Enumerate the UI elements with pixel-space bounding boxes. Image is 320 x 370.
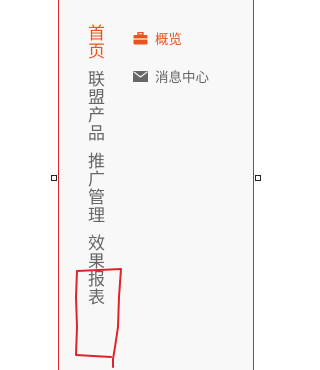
nav-item-products[interactable]: 联盟产品	[83, 70, 105, 142]
envelope-icon	[133, 70, 148, 82]
resize-handle-left[interactable]	[51, 175, 57, 181]
submenu-label: 概览	[155, 32, 182, 48]
nav-item-reports[interactable]: 效果报表	[83, 234, 105, 306]
submenu-label: 消息中心	[155, 70, 209, 86]
resize-handle-right[interactable]	[255, 175, 261, 181]
main-nav: 首页 联盟产品 推广管理 效果报表	[83, 24, 107, 316]
nav-item-promotion[interactable]: 推广管理	[83, 152, 105, 224]
submenu-item-overview[interactable]: 概览	[133, 28, 209, 48]
nav-item-home[interactable]: 首页	[83, 24, 105, 60]
submenu-item-messages[interactable]: 消息中心	[133, 66, 209, 86]
sub-menu: 概览 消息中心	[133, 28, 209, 104]
briefcase-icon	[133, 31, 148, 45]
